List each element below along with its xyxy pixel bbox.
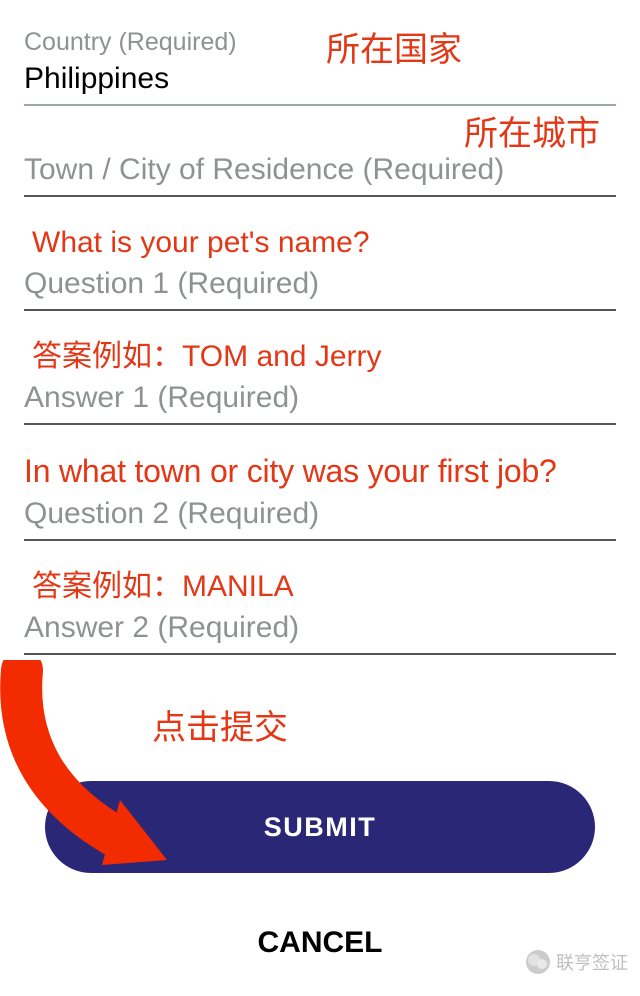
city-field[interactable]: 所在城市 Town / City of Residence (Required) [24, 150, 616, 197]
question1-field[interactable]: Question 1 (Required) [24, 264, 616, 311]
question2-field[interactable]: Question 2 (Required) [24, 494, 616, 541]
country-field[interactable]: Country (Required) Philippines [24, 26, 616, 106]
city-placeholder: Town / City of Residence (Required) [24, 150, 616, 189]
annotation-city: 所在城市 [464, 106, 600, 155]
question2-placeholder: Question 2 (Required) [24, 494, 616, 533]
annotation-q1-hint: What is your pet's name? [24, 223, 616, 262]
wechat-watermark: 联亨签证 [526, 949, 628, 975]
wechat-icon [526, 950, 550, 974]
wechat-account-name: 联亨签证 [556, 949, 628, 975]
answer2-field[interactable]: Answer 2 (Required) [24, 608, 616, 655]
annotation-q2-hint: In what town or city was your first job? [24, 451, 616, 493]
country-value: Philippines [24, 59, 616, 98]
answer1-placeholder: Answer 1 (Required) [24, 378, 616, 417]
country-label: Country (Required) [24, 26, 616, 59]
question1-placeholder: Question 1 (Required) [24, 264, 616, 303]
annotation-country: 所在国家 [326, 22, 462, 71]
answer1-field[interactable]: Answer 1 (Required) [24, 378, 616, 425]
arrow-icon [0, 660, 212, 870]
answer2-placeholder: Answer 2 (Required) [24, 608, 616, 647]
annotation-a2-hint: 答案例如：MANILA [24, 567, 616, 606]
annotation-a1-hint: 答案例如：TOM and Jerry [24, 337, 616, 376]
